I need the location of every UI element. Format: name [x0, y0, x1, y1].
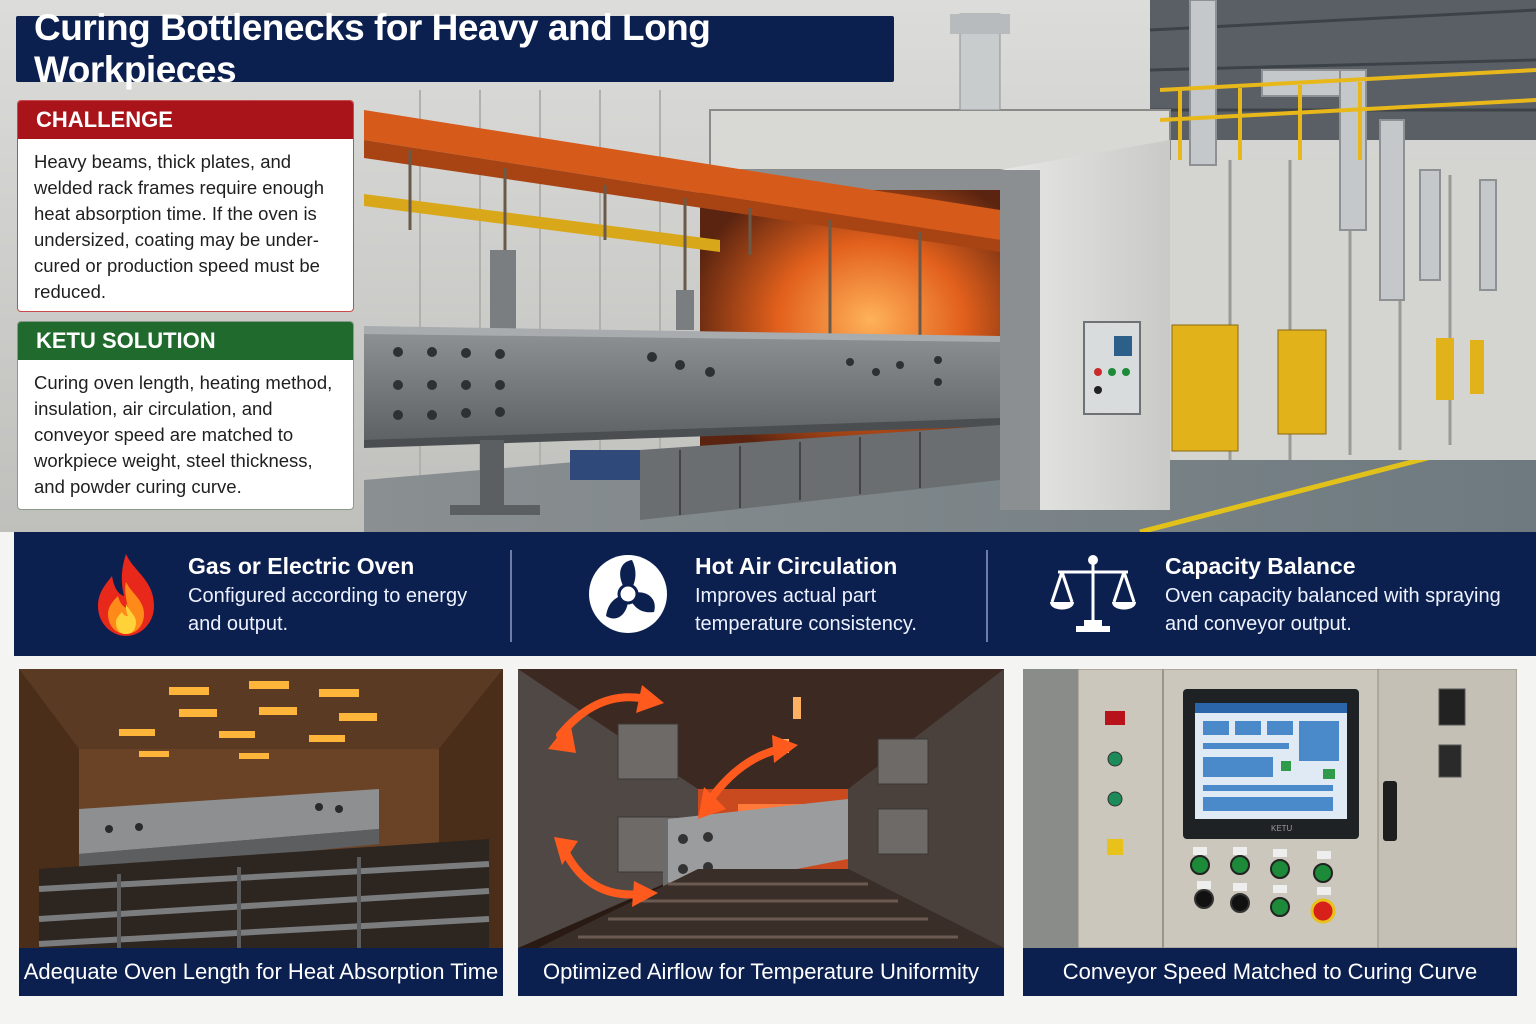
- control-brand-label: KETU: [1271, 824, 1293, 833]
- panel-conveyor-control: KETU Conveyor Speed Matched to Curing Cu…: [1023, 669, 1517, 996]
- feature-title: Capacity Balance: [1165, 553, 1356, 579]
- features-band: Gas or Electric Oven Configured accordin…: [14, 532, 1536, 656]
- solution-card: KETU SOLUTION Curing oven length, heatin…: [17, 321, 354, 510]
- panel-caption: Optimized Airflow for Temperature Unifor…: [518, 948, 1004, 996]
- feature-capacity-balance: Capacity Balance Oven capacity balanced …: [988, 532, 1536, 656]
- panel-caption: Conveyor Speed Matched to Curing Curve: [1023, 948, 1517, 996]
- flame-icon: [84, 550, 168, 638]
- feature-gas-electric-oven: Gas or Electric Oven Configured accordin…: [14, 532, 510, 656]
- feature-title: Gas or Electric Oven: [188, 553, 415, 579]
- title-banner: Curing Bottlenecks for Heavy and Long Wo…: [16, 7, 894, 90]
- feature-title: Hot Air Circulation: [695, 553, 898, 579]
- feature-hot-air-circulation: Hot Air Circulation Improves actual part…: [512, 532, 986, 656]
- airflow-tunnel-photo: [518, 669, 1004, 996]
- feature-desc: Oven capacity balanced with spraying and…: [1165, 585, 1501, 635]
- panel-airflow: Optimized Airflow for Temperature Unifor…: [518, 669, 1004, 996]
- challenge-heading: CHALLENGE: [18, 101, 353, 139]
- page-title: Curing Bottlenecks for Heavy and Long Wo…: [34, 7, 711, 90]
- oven-interior-photo: [19, 669, 503, 996]
- fan-icon: [586, 550, 670, 638]
- panel-caption: Adequate Oven Length for Heat Absorption…: [19, 948, 503, 996]
- control-cabinet-photo: KETU: [1023, 669, 1517, 996]
- solution-heading: KETU SOLUTION: [18, 322, 353, 360]
- challenge-text: Heavy beams, thick plates, and welded ra…: [34, 151, 324, 302]
- infographic-page: Curing Bottlenecks for Heavy and Long Wo…: [0, 0, 1536, 1024]
- solution-text: Curing oven length, heating method, insu…: [34, 372, 333, 497]
- feature-desc: Configured according to energy and outpu…: [188, 585, 468, 635]
- balance-scale-icon: [1048, 550, 1136, 638]
- feature-desc: Improves actual part temperature consist…: [695, 585, 917, 635]
- panel-oven-length: Adequate Oven Length for Heat Absorption…: [19, 669, 503, 996]
- challenge-card: CHALLENGE Heavy beams, thick plates, and…: [17, 100, 354, 312]
